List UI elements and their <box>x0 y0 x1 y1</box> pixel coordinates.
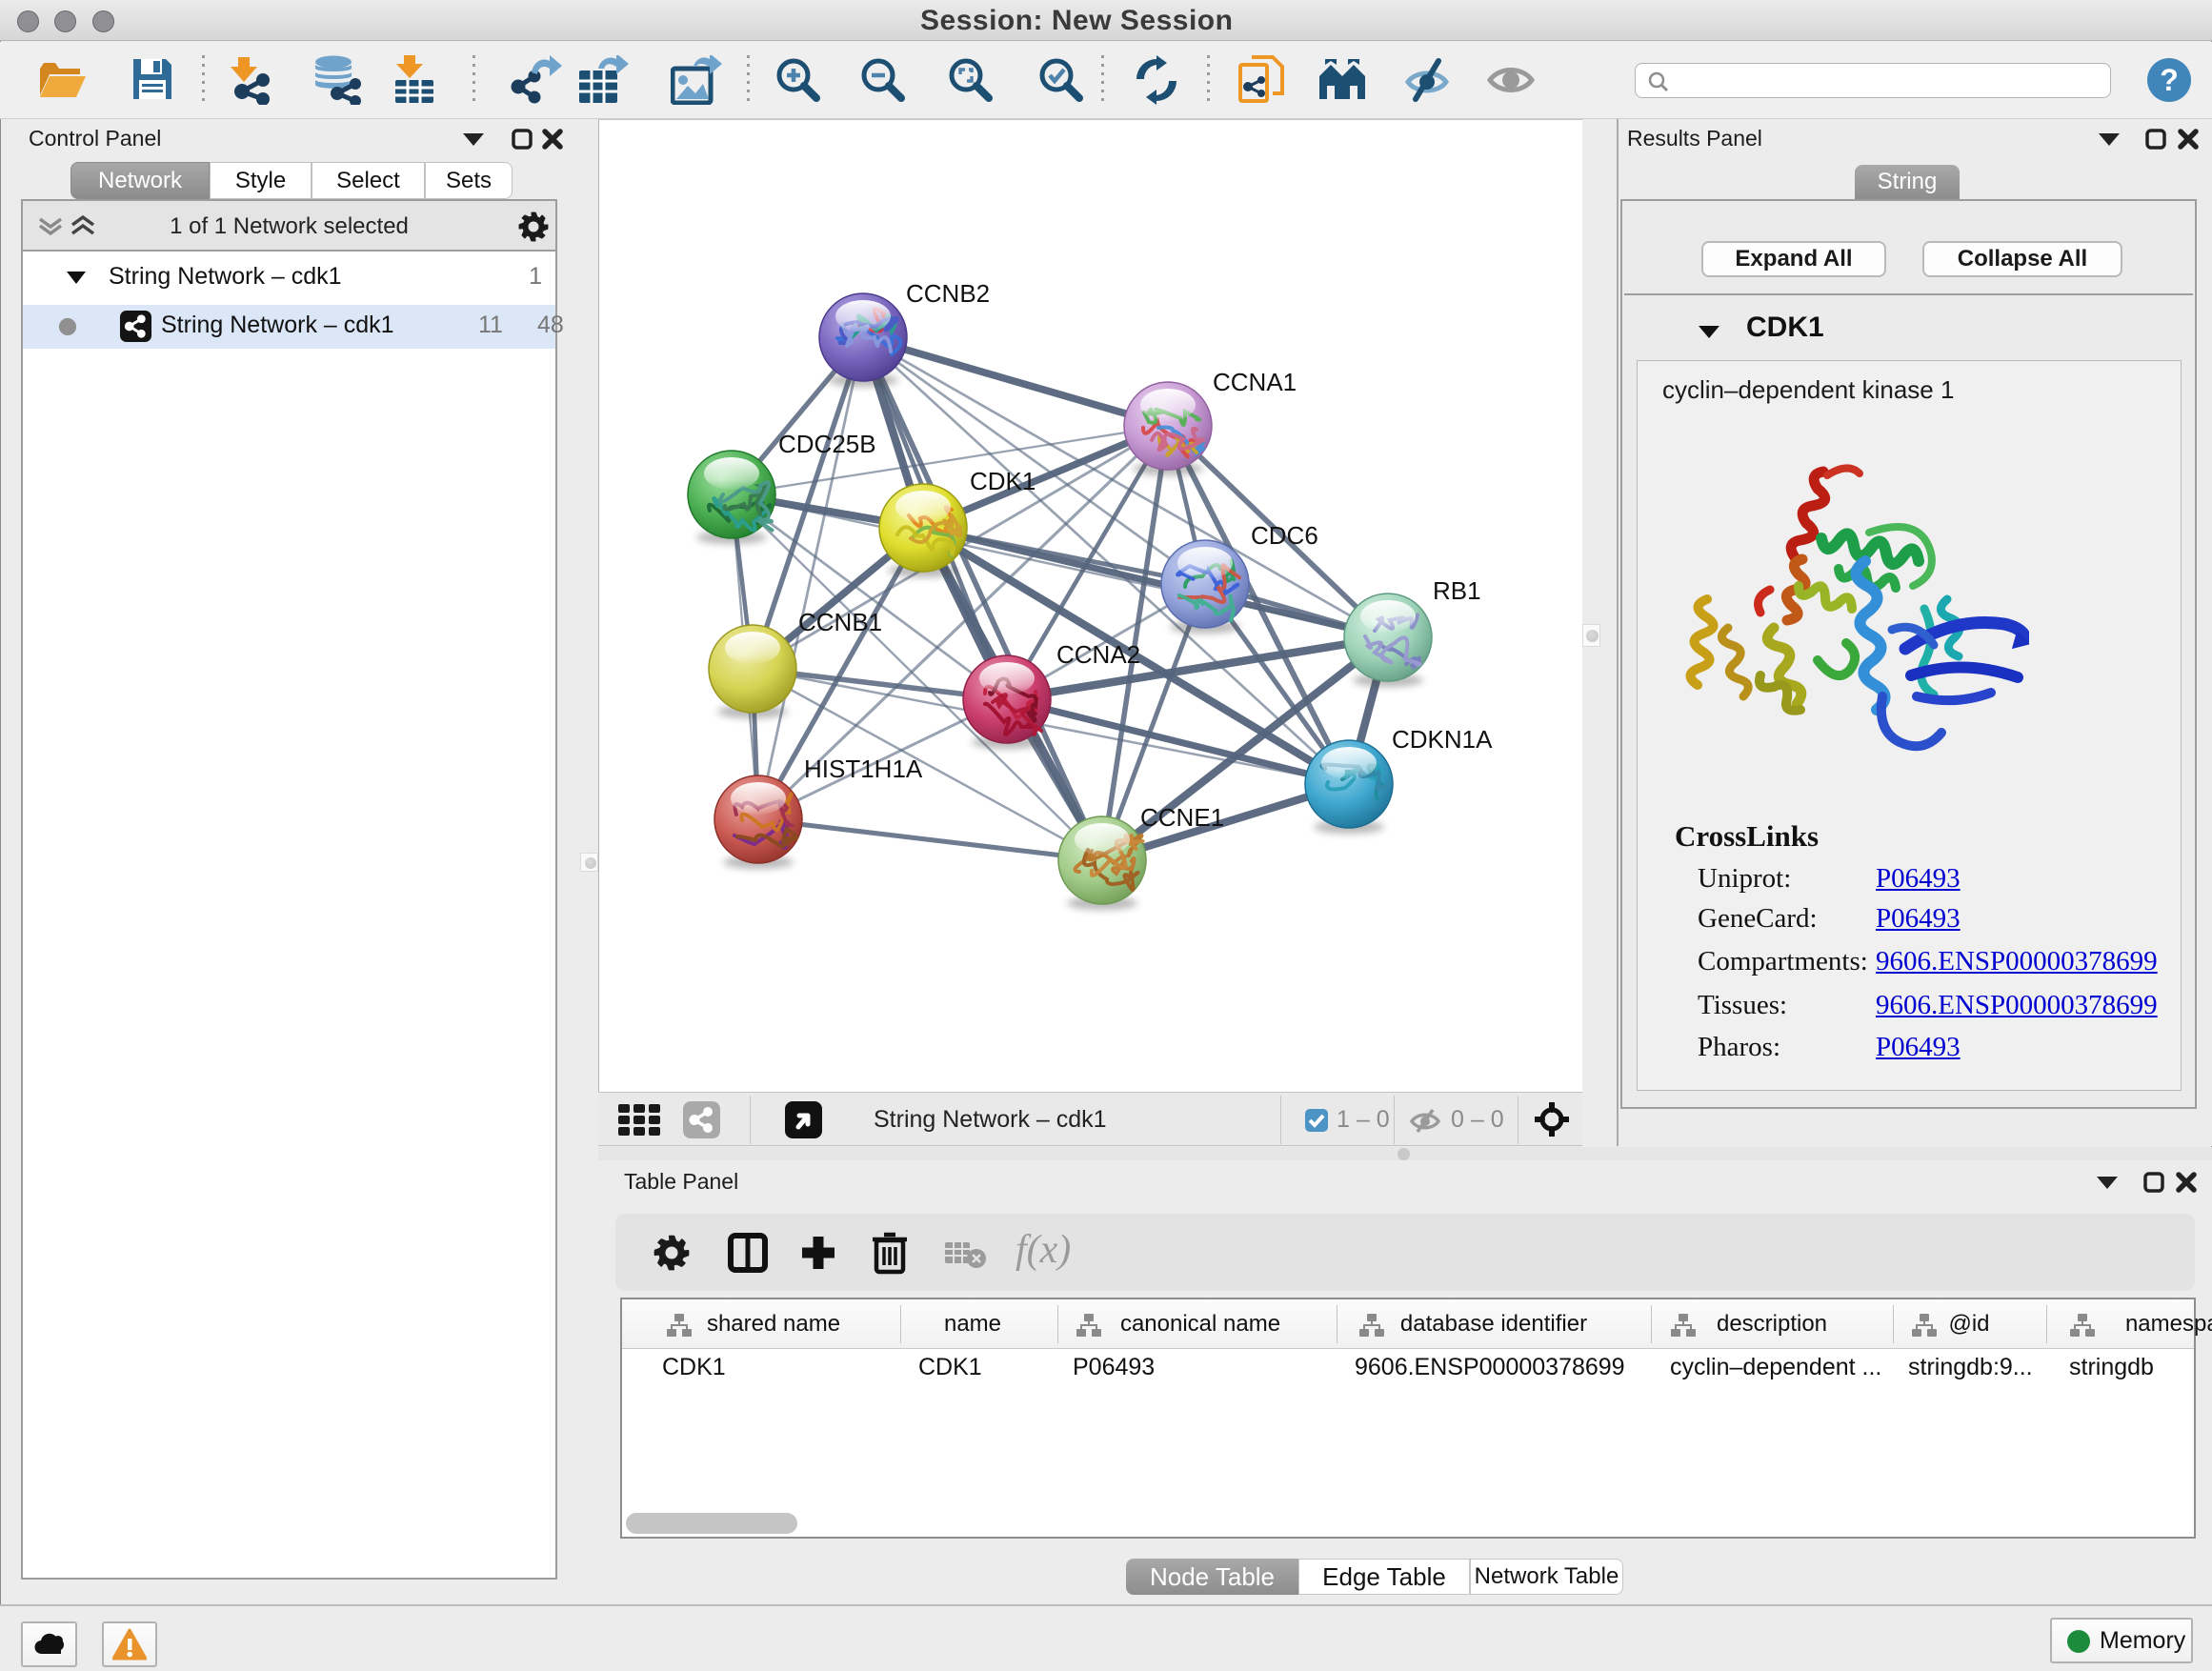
svg-text:CDKN1A: CDKN1A <box>1392 725 1493 754</box>
svg-text:CCNB2: CCNB2 <box>906 279 990 308</box>
svg-text:?: ? <box>2160 63 2179 97</box>
svg-text:CCNE1: CCNE1 <box>1140 803 1224 832</box>
svg-text:CCNB1: CCNB1 <box>798 608 882 636</box>
svg-text:CCNA2: CCNA2 <box>1056 640 1140 669</box>
svg-text:CCNA1: CCNA1 <box>1213 368 1297 396</box>
svg-text:HIST1H1A: HIST1H1A <box>804 755 923 783</box>
svg-text:RB1: RB1 <box>1433 576 1481 605</box>
svg-text:CDC25B: CDC25B <box>778 430 876 458</box>
svg-text:CDC6: CDC6 <box>1251 521 1318 550</box>
svg-text:CDK1: CDK1 <box>970 467 1036 495</box>
